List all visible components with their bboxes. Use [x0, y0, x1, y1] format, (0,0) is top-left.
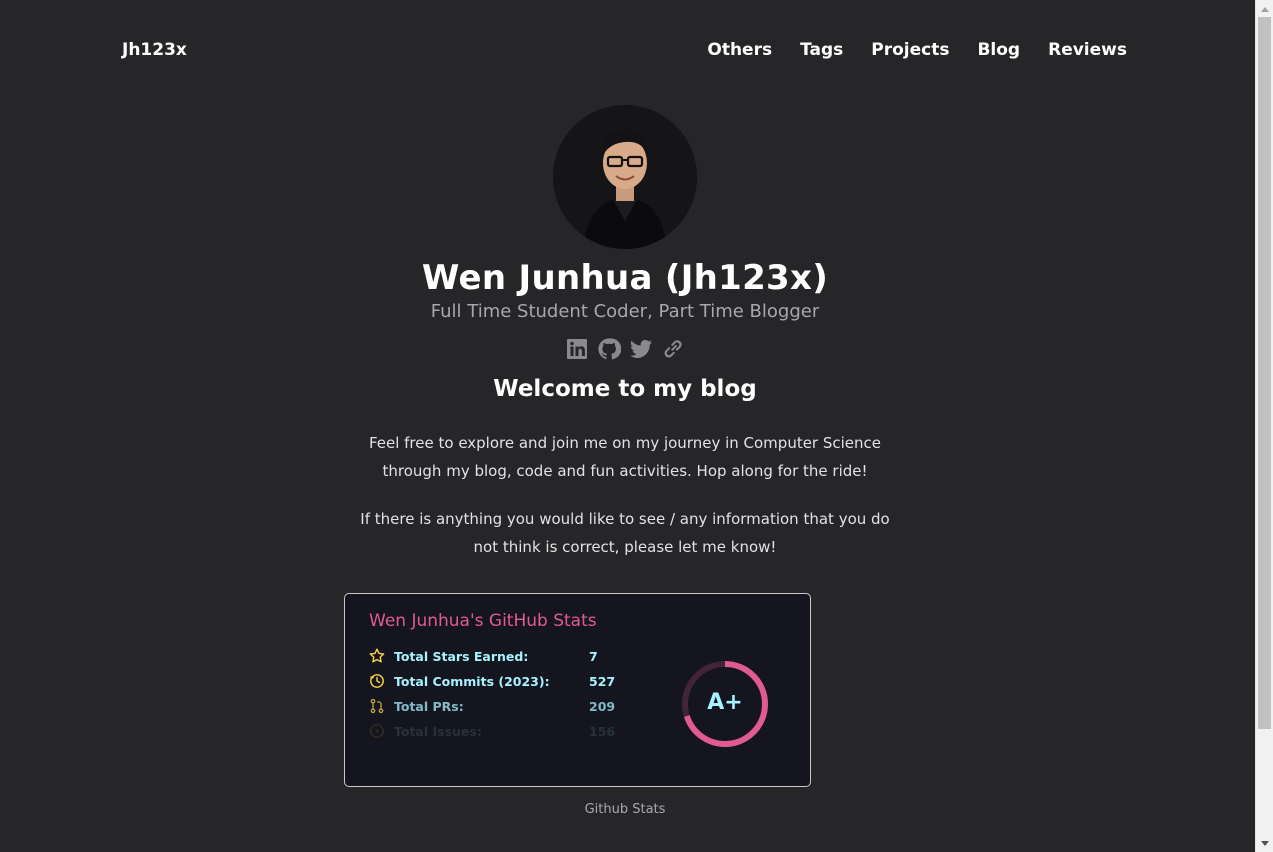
- stat-value: 7: [589, 649, 598, 664]
- welcome-heading: Welcome to my blog: [493, 376, 757, 402]
- stat-value: 527: [589, 674, 616, 689]
- star-icon: [369, 648, 385, 664]
- feedback-paragraph: If there is anything you would like to s…: [360, 510, 890, 556]
- social-links: [565, 337, 685, 361]
- avatar: [553, 105, 697, 249]
- stat-label: Total Issues:: [394, 724, 482, 739]
- stat-label: Total Stars Earned:: [394, 649, 529, 664]
- twitter-link[interactable]: [629, 337, 653, 361]
- issue-icon: [369, 723, 385, 739]
- linkedin-icon: [567, 339, 587, 359]
- link-icon: [664, 340, 682, 358]
- github-stats-card[interactable]: Wen Junhua's GitHub Stats Total Stars Ea…: [344, 593, 811, 787]
- clock-icon: [369, 673, 385, 689]
- nav-others[interactable]: Others: [707, 40, 772, 60]
- stat-row-prs: Total PRs: 209: [369, 697, 629, 717]
- vertical-scrollbar[interactable]: [1255, 0, 1273, 852]
- stats-card-title: Wen Junhua's GitHub Stats: [369, 611, 597, 631]
- stat-row-stars: Total Stars Earned: 7: [369, 647, 629, 667]
- main-nav: Others Tags Projects Blog Reviews: [707, 40, 1127, 60]
- profile-subtitle: Full Time Student Coder, Part Time Blogg…: [430, 301, 820, 322]
- linkedin-link[interactable]: [565, 337, 589, 361]
- stat-label: Total Commits (2023):: [394, 674, 550, 689]
- stat-value: 156: [589, 724, 616, 739]
- website-link[interactable]: [661, 337, 685, 361]
- stat-label: Total PRs:: [394, 699, 464, 714]
- stats-caption: Github Stats: [584, 802, 666, 817]
- github-icon: [598, 338, 622, 360]
- github-link[interactable]: [597, 337, 622, 361]
- scroll-up-arrow[interactable]: [1256, 0, 1273, 17]
- nav-blog[interactable]: Blog: [977, 40, 1020, 60]
- site-title-link[interactable]: Jh123x: [122, 40, 187, 60]
- nav-reviews[interactable]: Reviews: [1048, 40, 1127, 60]
- intro-paragraph: Feel free to explore and join me on my j…: [368, 434, 882, 480]
- scroll-down-arrow[interactable]: [1256, 835, 1273, 852]
- scrollbar-thumb[interactable]: [1258, 17, 1271, 729]
- twitter-icon: [630, 339, 652, 358]
- nav-projects[interactable]: Projects: [871, 40, 949, 60]
- stat-row-issues: Total Issues: 156: [369, 722, 629, 742]
- stat-row-commits: Total Commits (2023): 527: [369, 672, 629, 692]
- pull-request-icon: [369, 698, 385, 714]
- nav-tags[interactable]: Tags: [800, 40, 843, 60]
- stat-value: 209: [589, 699, 616, 714]
- page: Jh123x Others Tags Projects Blog Reviews: [0, 0, 1255, 852]
- profile-name: Wen Junhua (Jh123x): [421, 258, 829, 298]
- rank-grade: A+: [707, 690, 743, 715]
